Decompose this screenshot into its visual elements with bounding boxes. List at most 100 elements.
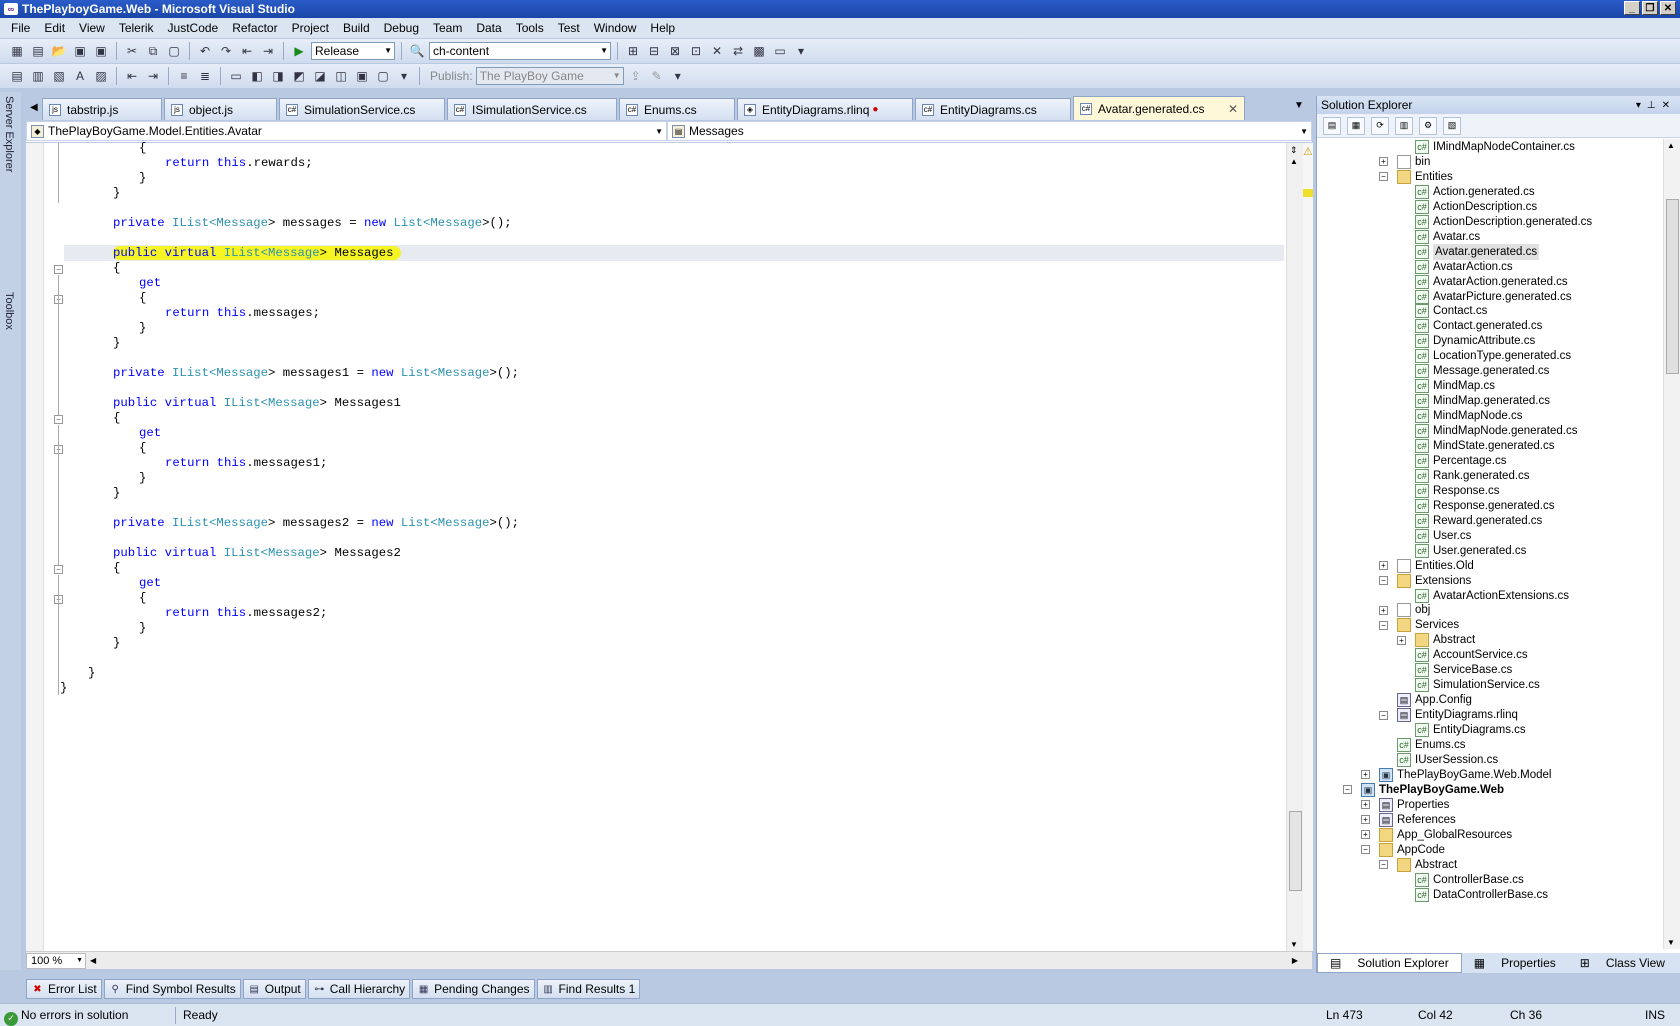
scroll-left-icon[interactable]: ◀ bbox=[90, 956, 96, 965]
solution-explorer-icon[interactable]: ⊞ bbox=[624, 42, 642, 60]
server-explorer-tab[interactable]: Server Explorer bbox=[3, 96, 15, 172]
window-position-icon[interactable]: ▾ bbox=[1636, 100, 1647, 111]
properties-window-icon[interactable]: ⊟ bbox=[645, 42, 663, 60]
restore-button[interactable]: ❐ bbox=[1642, 1, 1658, 15]
menu-window[interactable]: Window bbox=[587, 21, 644, 35]
tab-properties[interactable]: ▦ Properties bbox=[1462, 956, 1568, 970]
solution-explorer-scrollbar[interactable]: ▲ ▼ bbox=[1663, 139, 1680, 949]
tab-class-view[interactable]: ⊞ Class View bbox=[1568, 956, 1677, 970]
code-text[interactable]: { return this.rewards; } } private IList… bbox=[60, 141, 1284, 951]
undo-icon[interactable]: ↶ bbox=[196, 42, 214, 60]
navigate-forward-icon[interactable]: ⇥ bbox=[259, 42, 277, 60]
view-designer-icon[interactable]: ⚙ bbox=[1419, 116, 1437, 135]
tree-node[interactable]: − Abstract bbox=[1379, 857, 1457, 873]
tree-node[interactable]: c# EntityDiagrams.cs bbox=[1397, 722, 1526, 738]
tab-tabstrip-js[interactable]: js tabstrip.js bbox=[42, 98, 162, 120]
members-dropdown[interactable]: ▤ Messages ▼ bbox=[667, 121, 1312, 141]
expand-icon[interactable]: + bbox=[1361, 770, 1370, 780]
tree-node[interactable]: + ▤ References bbox=[1361, 812, 1456, 828]
menu-team[interactable]: Team bbox=[426, 21, 469, 35]
tree-node[interactable]: c# Avatar.generated.cs bbox=[1397, 243, 1540, 260]
previous-bookmark-document-icon[interactable]: ◫ bbox=[332, 67, 350, 85]
start-debugging-icon[interactable]: ▶ bbox=[290, 42, 308, 60]
tab-object-js[interactable]: js object.js bbox=[164, 98, 277, 120]
toggle-bookmark-icon[interactable]: ▭ bbox=[227, 67, 245, 85]
expand-icon[interactable]: + bbox=[1361, 830, 1370, 840]
menu-telerik[interactable]: Telerik bbox=[112, 21, 161, 35]
menu-file[interactable]: File bbox=[4, 21, 37, 35]
tab-simulationservice-cs[interactable]: c# SimulationService.cs bbox=[279, 98, 445, 120]
show-all-files-icon[interactable]: ▦ bbox=[1347, 116, 1365, 135]
tree-node[interactable]: c# User.generated.cs bbox=[1397, 543, 1526, 559]
tree-node[interactable]: c# MindMapNode.generated.cs bbox=[1397, 423, 1577, 439]
menu-data[interactable]: Data bbox=[469, 21, 508, 35]
tree-node[interactable]: + obj bbox=[1379, 602, 1430, 618]
scroll-up-icon[interactable]: ▲ bbox=[1290, 157, 1298, 166]
scrollbar-thumb[interactable] bbox=[1289, 811, 1302, 891]
view-code-icon[interactable]: ▥ bbox=[1395, 116, 1413, 135]
save-icon[interactable]: ▣ bbox=[71, 42, 89, 60]
new-project-icon[interactable]: ▦ bbox=[8, 42, 26, 60]
menu-tools[interactable]: Tools bbox=[509, 21, 551, 35]
find-combo[interactable]: ch-content ▼ bbox=[429, 42, 611, 60]
toolbar-overflow-icon[interactable]: ▾ bbox=[395, 67, 413, 85]
scroll-tabs-left-icon[interactable]: ◀ bbox=[30, 102, 38, 113]
pin-icon[interactable]: ⊥ bbox=[1647, 100, 1662, 111]
next-bookmark-document-icon[interactable]: ▣ bbox=[353, 67, 371, 85]
open-file-icon[interactable]: 📂 bbox=[50, 42, 68, 60]
tree-node[interactable]: c# Percentage.cs bbox=[1397, 453, 1507, 469]
extension-manager-icon[interactable]: ▩ bbox=[750, 42, 768, 60]
clear-bookmarks-icon[interactable]: ▢ bbox=[374, 67, 392, 85]
save-all-icon[interactable]: ▣ bbox=[92, 42, 110, 60]
collapse-icon[interactable]: − bbox=[1379, 576, 1388, 586]
tree-node[interactable]: c# AvatarPicture.generated.cs bbox=[1397, 289, 1572, 305]
tree-node[interactable]: c# AvatarAction.generated.cs bbox=[1397, 274, 1568, 290]
tab-solution-explorer[interactable]: ▤ Solution Explorer bbox=[1317, 953, 1462, 973]
tree-node[interactable]: c# MindState.generated.cs bbox=[1397, 438, 1554, 454]
toolbar-overflow-icon[interactable]: ▾ bbox=[669, 67, 687, 85]
refresh-icon[interactable]: ⟳ bbox=[1371, 116, 1389, 135]
tree-node[interactable]: − ▣ ThePlayBoyGame.Web bbox=[1343, 782, 1504, 798]
toolbox-tab[interactable]: Toolbox bbox=[3, 292, 15, 330]
collapse-icon[interactable]: − bbox=[54, 565, 63, 574]
scroll-right-icon[interactable]: ▶ bbox=[1292, 956, 1298, 965]
tree-node[interactable]: c# SimulationService.cs bbox=[1397, 677, 1540, 693]
tab-isimulationservice-cs[interactable]: c# ISimulationService.cs bbox=[447, 98, 617, 120]
tab-pending-changes[interactable]: ▦ Pending Changes bbox=[412, 979, 535, 999]
tree-node[interactable]: c# Response.cs bbox=[1397, 483, 1499, 499]
expand-icon[interactable]: + bbox=[1361, 815, 1370, 825]
menu-help[interactable]: Help bbox=[643, 21, 682, 35]
next-bookmark-icon[interactable]: ◨ bbox=[269, 67, 287, 85]
tree-node[interactable]: c# User.cs bbox=[1397, 528, 1471, 544]
collapse-icon[interactable]: − bbox=[1379, 860, 1388, 870]
tools-icon[interactable]: ✕ bbox=[708, 42, 726, 60]
copy-icon[interactable]: ⧉ bbox=[144, 42, 162, 60]
menu-test[interactable]: Test bbox=[551, 21, 587, 35]
types-dropdown[interactable]: ◆ ThePlayBoyGame.Model.Entities.Avatar ▼ bbox=[26, 121, 667, 141]
tree-node[interactable]: − Entities bbox=[1379, 169, 1453, 185]
tree-node[interactable]: c# ActionDescription.cs bbox=[1397, 199, 1537, 215]
minimize-button[interactable]: _ bbox=[1624, 1, 1640, 15]
start-page-icon[interactable]: ⇄ bbox=[729, 42, 747, 60]
tree-node[interactable]: − Extensions bbox=[1379, 573, 1471, 589]
tree-node[interactable]: + Entities.Old bbox=[1379, 558, 1474, 574]
close-button[interactable]: ✕ bbox=[1660, 1, 1676, 15]
next-bookmark-folder-icon[interactable]: ◪ bbox=[311, 67, 329, 85]
tab-entitydiagrams-rlinq[interactable]: ◈ EntityDiagrams.rlinq ● bbox=[737, 98, 913, 120]
zoom-select[interactable]: 100 % ▼ bbox=[26, 952, 86, 969]
collapse-icon[interactable]: − bbox=[1379, 172, 1388, 182]
menu-refactor[interactable]: Refactor bbox=[225, 21, 284, 35]
tree-node[interactable]: + ▣ ThePlayBoyGame.Web.Model bbox=[1361, 767, 1551, 783]
tree-node[interactable]: c# Contact.cs bbox=[1397, 303, 1487, 319]
uncomment-icon[interactable]: ≣ bbox=[196, 67, 214, 85]
menu-debug[interactable]: Debug bbox=[377, 21, 426, 35]
menu-edit[interactable]: Edit bbox=[37, 21, 72, 35]
tree-node[interactable]: c# Message.generated.cs bbox=[1397, 363, 1549, 379]
tree-node[interactable]: c# IMindMapNodeContainer.cs bbox=[1397, 139, 1575, 155]
tree-node[interactable]: + App_GlobalResources bbox=[1361, 827, 1512, 843]
error-status[interactable]: ✓ No errors in solution bbox=[4, 1008, 128, 1026]
editor-vertical-scrollbar[interactable]: ⇕ ▲ ▼ bbox=[1286, 143, 1303, 951]
quick-info-icon[interactable]: ▧ bbox=[50, 67, 68, 85]
solution-configuration-select[interactable]: Release ▼ bbox=[311, 42, 395, 60]
bookmarks-icon[interactable]: ▨ bbox=[92, 67, 110, 85]
